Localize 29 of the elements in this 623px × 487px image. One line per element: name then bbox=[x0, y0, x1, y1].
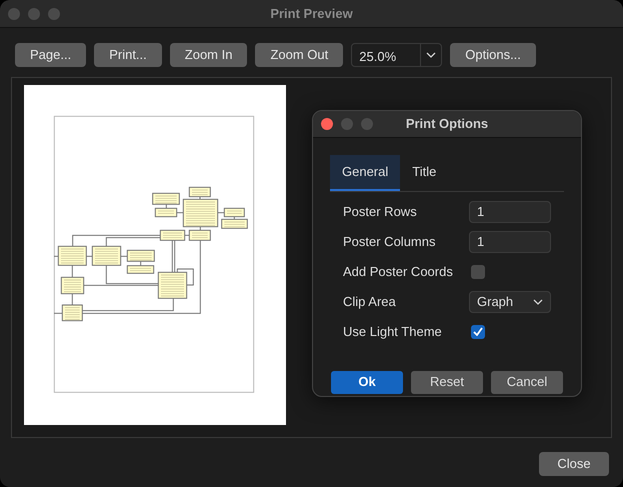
checkbox[interactable] bbox=[471, 264, 485, 278]
checkbox[interactable] bbox=[471, 324, 485, 338]
dropdown-field[interactable]: Graph bbox=[469, 290, 551, 312]
dialog-button[interactable]: Ok bbox=[331, 370, 403, 394]
minimize-window-button[interactable] bbox=[28, 8, 40, 20]
toolbar-button[interactable]: Zoom In bbox=[170, 43, 248, 67]
tab[interactable]: Title bbox=[400, 155, 448, 190]
zoom-combo-box[interactable]: 25.0% bbox=[351, 43, 442, 67]
window-title: Print Preview bbox=[270, 6, 353, 21]
text-field[interactable]: 1 bbox=[469, 200, 551, 222]
field-label: Poster Columns bbox=[343, 232, 436, 251]
dialog-title: Print Options bbox=[406, 116, 488, 132]
close-button[interactable]: Close bbox=[539, 452, 609, 476]
minimize-window-button[interactable] bbox=[341, 118, 353, 130]
toolbar-button[interactable]: Page... bbox=[15, 43, 86, 67]
text-field[interactable]: 1 bbox=[469, 230, 551, 252]
toolbar-button[interactable]: Print... bbox=[94, 43, 162, 67]
dialog-button[interactable]: Reset bbox=[411, 370, 483, 394]
tab[interactable]: General bbox=[330, 155, 400, 190]
field-label: Clip Area bbox=[343, 292, 397, 311]
zoom-window-button[interactable] bbox=[48, 8, 60, 20]
toolbar-button[interactable]: Zoom Out bbox=[255, 43, 344, 67]
field-label: Use Light Theme bbox=[343, 322, 443, 341]
toolbar-button[interactable]: Options... bbox=[450, 43, 536, 67]
field-label: Poster Rows bbox=[343, 202, 418, 221]
close-window-button[interactable] bbox=[321, 118, 333, 130]
field-label: Add Poster Coords bbox=[343, 262, 454, 281]
dialog-button[interactable]: Cancel bbox=[491, 370, 563, 394]
zoom-window-button[interactable] bbox=[361, 118, 373, 130]
